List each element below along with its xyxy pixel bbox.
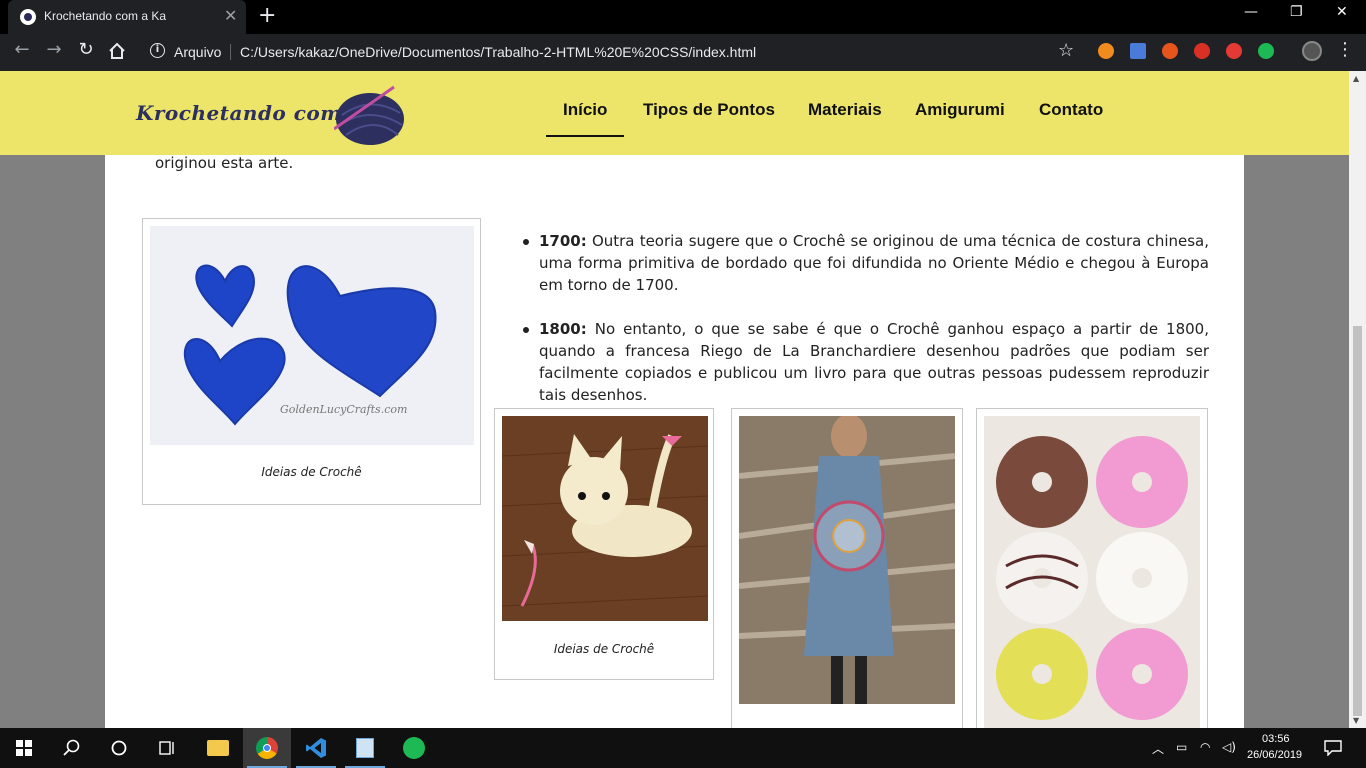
bullet-1700-year: 1700: [539,232,587,250]
chrome-taskbar-button[interactable] [243,728,291,768]
scrollbar-thumb[interactable] [1353,326,1362,716]
nav-amigurumi[interactable]: Amigurumi [915,100,1005,120]
clock-time[interactable]: 03:56 [1262,733,1290,745]
home-icon[interactable] [108,42,126,60]
bullet-1700: 1700: Outra teoria sugere que o Crochê s… [519,230,1209,296]
bullet-1800-year: 1800: [539,320,587,338]
tab-title: Krochetando com a Ka [44,9,167,23]
yarn-ball-logo-icon [334,85,404,145]
nav-materiais[interactable]: Materiais [808,100,882,120]
battery-icon[interactable]: ▭ [1176,740,1187,754]
search-icon[interactable] [63,739,81,757]
tab-close-icon[interactable]: ✕ [224,6,237,25]
forward-icon[interactable]: → [44,40,64,60]
youtube-extension-icon[interactable] [1226,43,1242,59]
crochet-cardigan-image [739,416,955,704]
hearts-figure: GoldenLucyCrafts.com Ideias de Crochê [142,218,481,505]
address-bar[interactable]: i Arquivo C:/Users/kakaz/OneDrive/Docume… [142,38,1087,66]
new-tab-button[interactable]: + [258,3,276,28]
spotify-icon [403,737,425,759]
crochet-hearts-image: GoldenLucyCrafts.com [150,226,474,445]
main-content: originou esta arte. GoldenLucyCrafts.com… [105,154,1244,728]
restore-button[interactable]: ❐ [1290,4,1303,20]
chrome-icon-center [263,744,271,752]
adblock-icon[interactable] [1194,43,1210,59]
crochet-donuts-image [984,416,1200,728]
url-text[interactable]: C:/Users/kakaz/OneDrive/Documentos/Traba… [240,44,756,60]
clock-date[interactable]: 26/06/2019 [1247,749,1302,761]
scroll-up-icon[interactable]: ▲ [1353,74,1359,83]
profile-avatar[interactable] [1302,41,1322,61]
nav-contato[interactable]: Contato [1039,100,1103,120]
page-viewport: Krochetando com a Ka Início Tipos de Pon… [0,71,1366,728]
file-explorer-taskbar-button[interactable] [194,728,242,768]
extension-1-icon[interactable] [1098,43,1114,59]
menu-kebab-icon[interactable]: ⋮ [1336,39,1354,60]
volume-icon[interactable]: ◁) [1222,740,1236,754]
omnibox-scheme-label: Arquivo [174,44,222,60]
amigurumi-cat-figure: Ideias de Crochê [494,408,714,680]
notifications-icon[interactable] [1324,740,1342,756]
cat-caption: Ideias de Crochê [553,642,655,656]
bookmark-star-icon[interactable]: ☆ [1058,40,1074,61]
bullet-1800: 1800: No entanto, o que se sabe é que o … [519,318,1209,406]
cortana-icon[interactable] [111,740,127,756]
browser-chrome: Krochetando com a Ka ✕ + — ❐ ✕ ← → ↻ i A… [0,0,1366,71]
folder-icon [207,740,229,756]
crochet-donuts-figure [976,408,1208,728]
scroll-down-icon[interactable]: ▼ [1353,716,1359,725]
bullet-1700-text: Outra teoria sugere que o Crochê se orig… [539,232,1209,294]
site-header: Krochetando com a Ka Início Tipos de Pon… [0,71,1349,155]
lead-paragraph-tail: originou esta arte. [155,154,294,172]
info-icon[interactable]: i [150,43,165,58]
extension-3-icon[interactable] [1162,43,1178,59]
minimize-button[interactable]: — [1244,4,1258,20]
history-bullet-list: 1700: Outra teoria sugere que o Crochê s… [519,230,1209,428]
tray-chevron-icon[interactable]: ︿ [1152,740,1164,757]
site-favicon-icon [20,9,36,25]
task-view-icon[interactable] [159,740,177,756]
amigurumi-cat-image [502,416,708,621]
close-window-button[interactable]: ✕ [1336,4,1348,20]
omnibox-divider [230,44,231,60]
nav-active-indicator [546,135,624,137]
tab-strip: Krochetando com a Ka ✕ + — ❐ ✕ [0,0,1366,34]
windows-start-icon[interactable] [16,740,32,756]
vscode-taskbar-button[interactable] [292,728,340,768]
back-icon[interactable]: ← [12,40,32,60]
nav-inicio[interactable]: Início [563,100,607,120]
crochet-cardigan-figure [731,408,963,728]
reload-icon[interactable]: ↻ [76,40,96,60]
nav-tipos-de-pontos[interactable]: Tipos de Pontos [643,100,775,120]
google-translate-icon[interactable] [1130,43,1146,59]
hearts-watermark: GoldenLucyCrafts.com [280,403,407,416]
tab-active[interactable]: Krochetando com a Ka ✕ [8,0,246,34]
hearts-caption: Ideias de Crochê [261,465,362,479]
bullet-1800-text: No entanto, o que se sabe é que o Crochê… [539,320,1209,404]
vertical-scrollbar[interactable]: ▲ ▼ [1349,71,1366,728]
vscode-icon [306,738,326,758]
spotify-taskbar-button[interactable] [390,728,438,768]
photos-icon [356,738,374,758]
photos-taskbar-button[interactable] [341,728,389,768]
windows-taskbar: ︿ ▭ ◠ ◁) 03:56 26/06/2019 [0,728,1366,768]
extension-6-icon[interactable] [1258,43,1274,59]
wifi-icon[interactable]: ◠ [1200,740,1210,754]
